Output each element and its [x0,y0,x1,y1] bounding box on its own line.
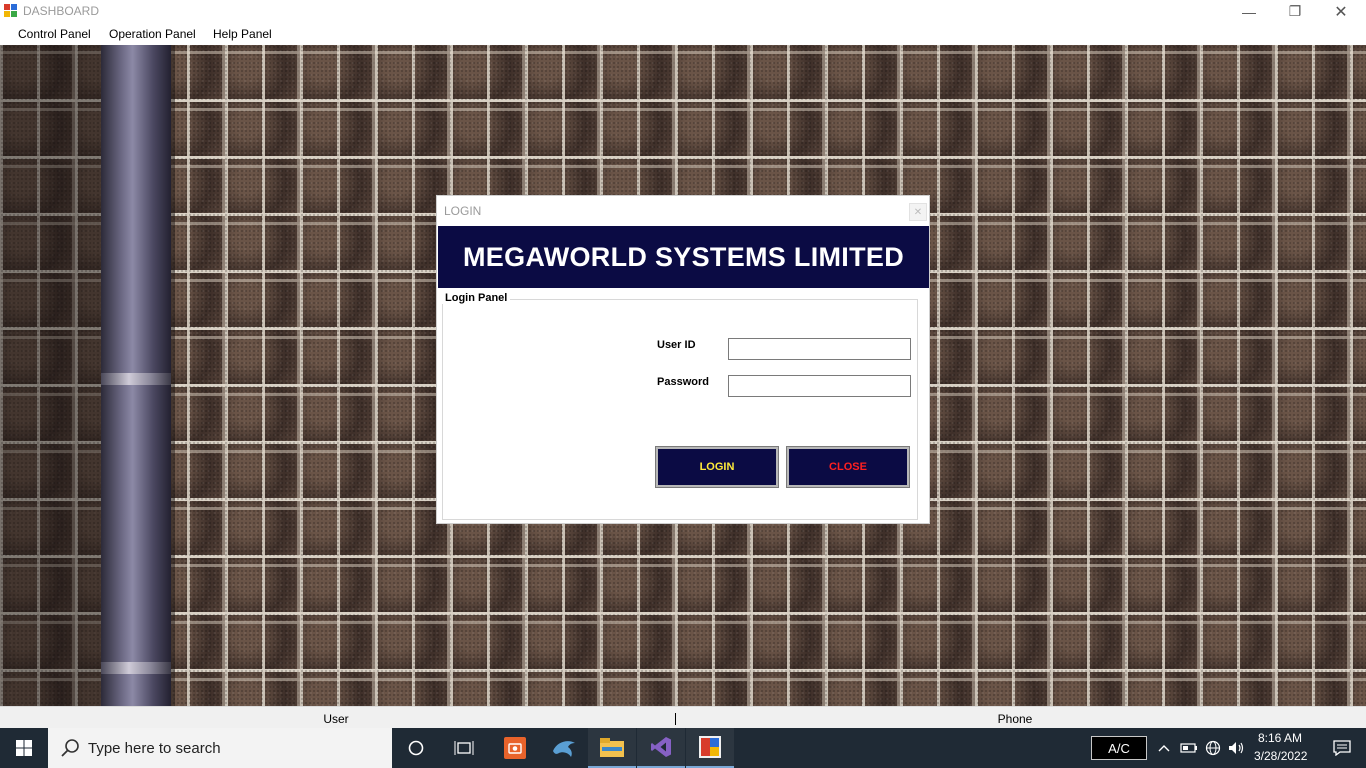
menu-bar: Control Panel Operation Panel Help Panel [0,23,1366,45]
user-id-input[interactable] [728,338,911,360]
visual-studio-icon[interactable] [637,728,685,768]
task-view-icon[interactable] [440,728,488,768]
app-icon [4,4,18,18]
clock-time[interactable]: 8:16 AM [1254,731,1306,745]
user-id-label: User ID [657,339,696,351]
battery-icon[interactable] [1180,739,1198,757]
status-phone: Phone [997,712,1033,726]
volume-icon[interactable] [1228,739,1246,757]
login-panel-title: Login Panel [442,292,511,304]
network-globe-icon[interactable] [1204,739,1222,757]
window-titlebar: DASHBOARD — ❐ ✕ [0,0,1366,23]
dashboard-app-icon[interactable] [686,728,734,768]
start-button[interactable] [0,728,48,768]
dialog-titlebar: LOGIN ✕ [437,196,929,226]
company-banner: MEGAWORLD SYSTEMS LIMITED [438,226,929,288]
menu-control-panel[interactable]: Control Panel [18,27,91,41]
status-bar: User Phone [0,706,1366,728]
ac-indicator[interactable]: A/C [1091,736,1147,760]
maximize-button[interactable]: ❐ [1272,0,1318,23]
password-input[interactable] [728,375,911,397]
dialog-title: LOGIN [444,204,482,218]
windows-taskbar: Type here to search A/C 8:16 AM 3/28/202… [0,728,1366,768]
minimize-button[interactable]: — [1226,0,1272,23]
dolphin-app-icon[interactable] [540,728,588,768]
dialog-close-icon[interactable]: ✕ [909,203,927,221]
search-icon [61,739,79,757]
menu-help-panel[interactable]: Help Panel [213,27,272,41]
clock-date[interactable]: 3/28/2022 [1254,749,1307,763]
file-explorer-icon[interactable] [588,728,636,768]
password-label: Password [657,376,709,388]
search-placeholder: Type here to search [88,740,221,757]
notification-center-icon[interactable] [1318,728,1366,768]
screen-capture-icon[interactable] [491,728,539,768]
windows-logo-icon [16,740,32,756]
login-button[interactable]: LOGIN [655,446,779,488]
window-title: DASHBOARD [23,4,100,18]
login-dialog: LOGIN ✕ MEGAWORLD SYSTEMS LIMITED Login … [436,195,930,524]
close-window-button[interactable]: ✕ [1318,0,1364,23]
cortana-icon[interactable] [392,728,440,768]
pipe-ring [101,662,171,674]
status-user: User [323,712,349,726]
close-button[interactable]: CLOSE [786,446,910,488]
status-separator [675,713,676,725]
taskbar-search-box[interactable]: Type here to search [48,728,392,768]
menu-operation-panel[interactable]: Operation Panel [109,27,196,41]
pipe-ring [101,373,171,385]
tray-chevron-icon[interactable] [1155,739,1173,757]
